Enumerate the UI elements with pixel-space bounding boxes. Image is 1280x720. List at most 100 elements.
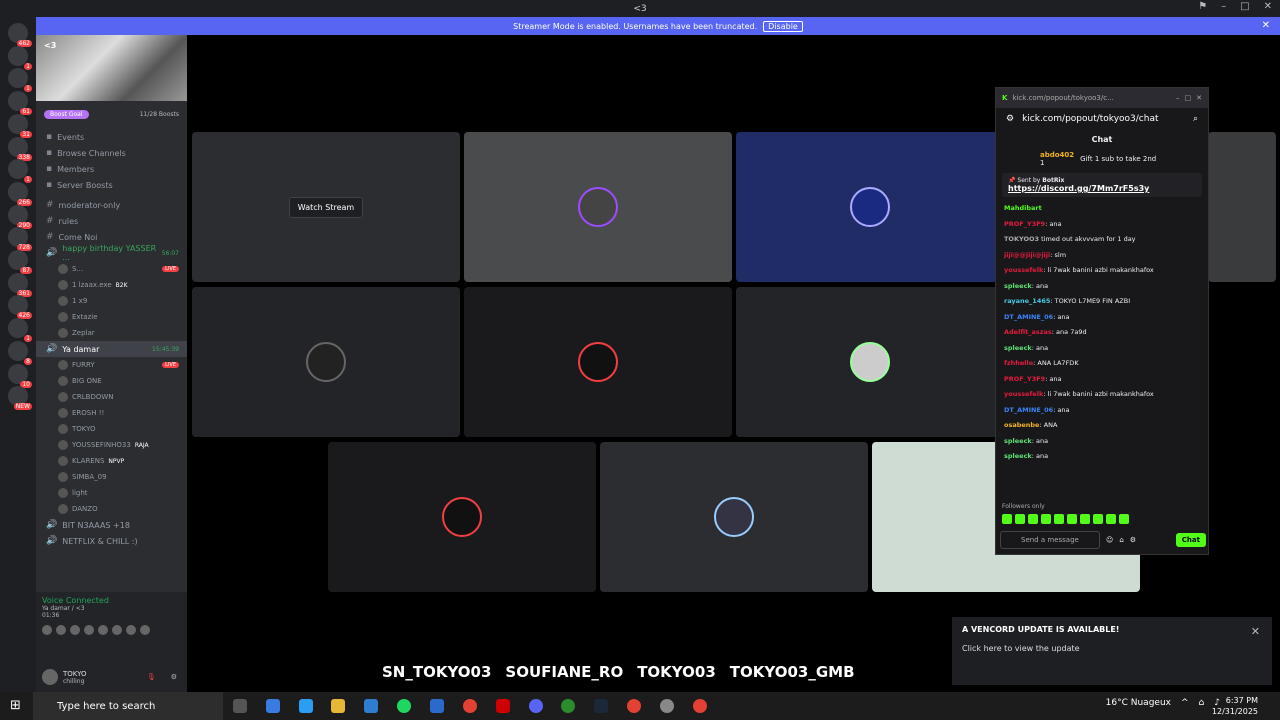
user-tile[interactable] [464,132,732,282]
avatar[interactable] [42,625,52,635]
chat-username[interactable]: youssefelk [1004,390,1043,398]
user-tile[interactable] [736,287,1004,437]
server-icon[interactable] [8,113,33,138]
chat-send-button[interactable]: Chat [1175,533,1206,547]
voice-user[interactable]: FURRY LIVE [36,357,187,373]
pinned-user[interactable]: BotRix [1042,177,1064,184]
edge-icon[interactable] [299,699,313,713]
chat-username[interactable]: osabenbe [1004,421,1039,429]
server-icon[interactable] [8,295,32,320]
file-explorer-icon[interactable] [331,699,345,713]
voice-channel-ya-damar[interactable]: 🔊 Ya damar 15:45:39 [36,341,187,357]
avatar[interactable] [98,625,108,635]
user-tile[interactable] [1208,132,1276,282]
update-notification[interactable]: A VENCORD UPDATE IS AVAILABLE! Click her… [952,617,1272,685]
server-icon[interactable] [8,204,32,229]
emote[interactable] [1002,514,1012,524]
server-name[interactable]: <3 [44,41,56,50]
task-view-icon[interactable] [233,699,247,713]
voice-user[interactable]: BIG ONE [36,373,187,389]
chrome-icon[interactable] [463,699,477,713]
text-channel[interactable]: # Come Noi [36,229,187,245]
voice-user[interactable]: Zeplar [36,325,187,341]
server-icon[interactable] [8,68,33,93]
text-channel[interactable]: # rules [36,213,187,229]
gift-text[interactable]: Gift 1 sub to take 2nd [1080,155,1156,163]
nav-item[interactable]: ▪ Server Boosts [36,177,187,193]
avatar[interactable] [84,625,94,635]
chat-username[interactable]: PROF_Y3F9 [1004,220,1045,228]
steam-icon[interactable] [594,699,608,713]
server-icon[interactable] [8,91,33,116]
server-icon[interactable] [8,363,33,388]
minimize-button[interactable]: – [1176,94,1180,102]
user-tile[interactable] [328,442,596,592]
gifter-name[interactable]: abdo402 [1040,151,1074,159]
gift-icon[interactable]: ⌂ [1119,536,1123,544]
search-icon[interactable]: ⌕ [1193,114,1198,124]
maximize-button[interactable]: □ [1185,94,1192,102]
chat-username[interactable]: rayane_1465 [1004,297,1050,305]
voice-user[interactable]: KLARENS NPVP [36,453,187,469]
network-icon[interactable]: ⌂ [1199,698,1205,708]
chat-username[interactable]: Mahdibart [1004,204,1042,212]
voice-user[interactable]: DANZO [36,501,187,517]
discord-icon[interactable] [529,699,543,713]
close-button[interactable]: ✕ [1196,94,1202,102]
close-icon[interactable]: ✕ [1262,20,1270,31]
chevron-up-icon[interactable]: ^ [1181,698,1189,708]
user-tile[interactable] [192,287,460,437]
voice-user[interactable]: SIMBA_09 [36,469,187,485]
chat-username[interactable]: spleeck [1004,452,1032,460]
gear-icon[interactable]: ⚙ [1130,536,1136,544]
voice-user[interactable]: S... LIVE [36,261,187,277]
nav-item[interactable]: ▪ Browse Channels [36,145,187,161]
app-icon[interactable] [660,699,674,713]
gear-icon[interactable]: ⚙ [171,673,177,681]
emote[interactable] [1106,514,1116,524]
emote[interactable] [1067,514,1077,524]
pinned-link[interactable]: https://discord.gg/7Mm7rF5s3y [1008,184,1149,193]
spotify-icon[interactable] [397,699,411,713]
server-icon[interactable] [8,272,32,297]
chat-username[interactable]: TOKYOO3 [1004,235,1039,243]
chat-username[interactable]: PROF_Y3F9 [1004,375,1045,383]
voice-user[interactable]: TOKYO [36,421,187,437]
emote[interactable] [1054,514,1064,524]
voice-user[interactable]: Extazie [36,309,187,325]
notification-body[interactable]: Click here to view the update [962,644,1262,653]
avatar[interactable] [140,625,150,635]
url-text[interactable]: kick.com/popout/tokyoo3/chat [1022,114,1158,124]
disable-button[interactable]: Disable [763,20,803,32]
app-icon[interactable] [561,699,575,713]
avatar[interactable] [56,625,66,635]
watch-stream-button[interactable]: Watch Stream [288,196,364,218]
server-icon[interactable] [8,159,33,184]
weather-widget[interactable]: 16°C Nuageux [1106,698,1171,708]
emote[interactable] [1119,514,1129,524]
server-icon[interactable] [8,386,33,411]
chat-username[interactable]: spleeck [1004,344,1032,352]
mail-icon[interactable] [430,699,444,713]
emote[interactable] [1080,514,1090,524]
store-icon[interactable] [364,699,378,713]
chat-username[interactable]: spleeck [1004,437,1032,445]
maximize-button[interactable]: □ [1240,1,1249,12]
app-icon[interactable] [496,699,510,713]
voice-user[interactable]: CRLBDOWN [36,389,187,405]
mute-icon[interactable]: 🎙 [147,673,156,681]
close-icon[interactable]: ✕ [1251,625,1260,638]
emote[interactable] [1028,514,1038,524]
text-channel[interactable]: # moderator-only [36,197,187,213]
chrome-icon[interactable] [693,699,707,713]
address-bar[interactable]: ⚙ kick.com/popout/tokyoo3/chat ⌕ [996,108,1208,130]
server-icon[interactable] [8,318,33,343]
voice-user[interactable]: EROSH !! [36,405,187,421]
chat-username[interactable]: spleeck [1004,282,1032,290]
site-settings-icon[interactable]: ⚙ [1006,114,1014,124]
nav-item[interactable]: ▪ Members [36,161,187,177]
user-tile[interactable] [464,287,732,437]
avatar[interactable] [42,669,58,685]
chat-input[interactable]: Send a message [1000,531,1100,549]
emote[interactable] [1015,514,1025,524]
